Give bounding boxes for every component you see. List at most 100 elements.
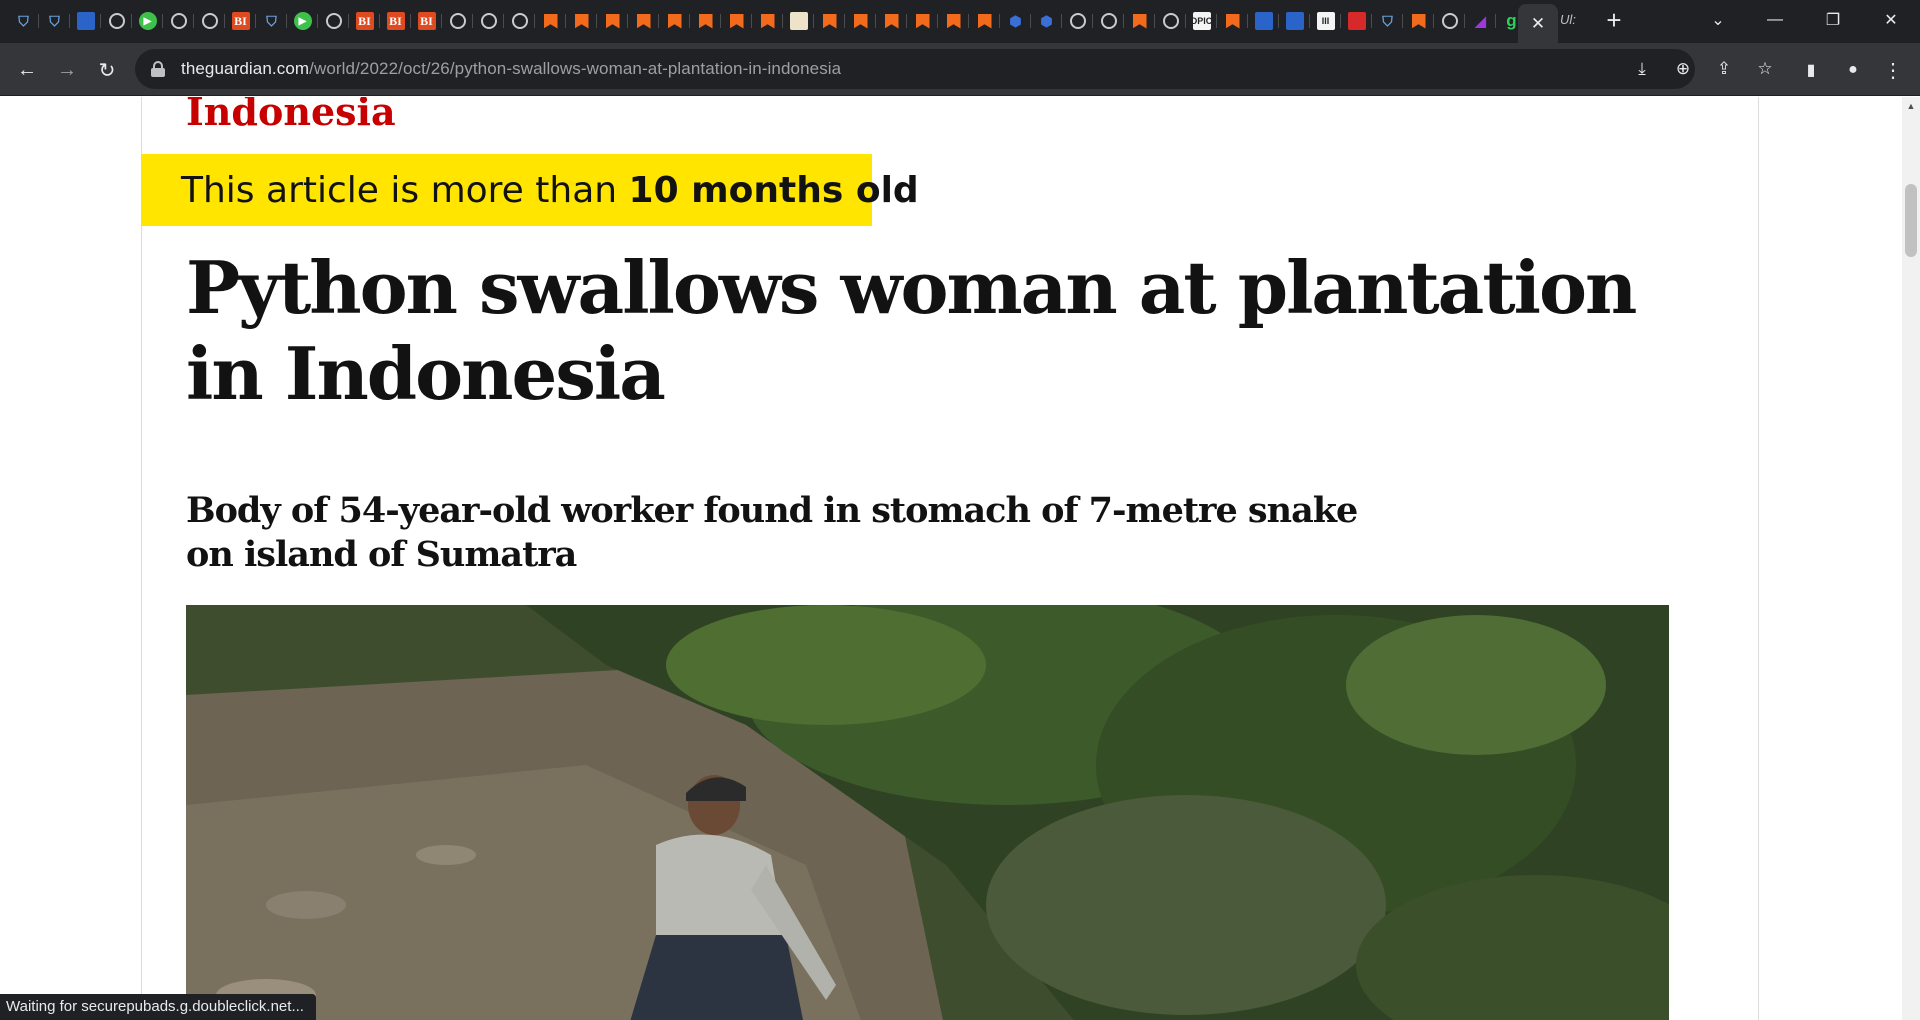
forward-button[interactable]: →: [51, 54, 83, 86]
tab[interactable]: [597, 6, 628, 36]
tab-favicon-doc-icon: [789, 12, 808, 30]
tab[interactable]: [535, 6, 566, 36]
tab[interactable]: ▶: [132, 6, 163, 36]
tab[interactable]: [442, 6, 473, 36]
tab[interactable]: [1217, 6, 1248, 36]
lock-icon[interactable]: [151, 61, 165, 77]
menu-button[interactable]: ⋮: [1877, 54, 1909, 86]
share-icon[interactable]: ⇪: [1712, 57, 1736, 81]
tab[interactable]: ⛉: [8, 6, 39, 36]
age-warning-duration: 10 months old: [628, 169, 919, 211]
tab[interactable]: [70, 6, 101, 36]
tab[interactable]: [1341, 6, 1372, 36]
tab[interactable]: ⛉: [256, 6, 287, 36]
tab[interactable]: ◢: [1465, 6, 1496, 36]
minimize-button[interactable]: —: [1752, 0, 1798, 40]
tab[interactable]: BI: [349, 6, 380, 36]
tab[interactable]: [938, 6, 969, 36]
browser-toolbar: ← → ↻ theguardian.com/world/2022/oct/26/…: [0, 43, 1920, 96]
tab[interactable]: [783, 6, 814, 36]
tab[interactable]: [163, 6, 194, 36]
side-panel-button[interactable]: ▮: [1795, 54, 1827, 86]
tab-favicon-globe-icon: [1162, 13, 1179, 29]
tab-favicon-bookmark-icon: [542, 12, 560, 30]
section-link[interactable]: Indonesia: [186, 97, 396, 134]
tab[interactable]: BI: [380, 6, 411, 36]
tab-list: ⛉ ⛉ ▶ BI ⛉ ▶ BI BI BI ⬢ ⬢ DPIC III ⛉ ◢ g: [8, 6, 1527, 36]
tab-favicon-bookmark-icon: [821, 12, 839, 30]
tab-favicon-bi-icon: BI: [386, 12, 405, 30]
tab-favicon-globe-icon: [108, 13, 125, 29]
scroll-up-arrow[interactable]: ▲: [1902, 97, 1920, 114]
tab[interactable]: ▶: [287, 6, 318, 36]
tab[interactable]: DPIC: [1186, 6, 1217, 36]
address-bar[interactable]: theguardian.com/world/2022/oct/26/python…: [135, 49, 1773, 89]
tab[interactable]: [628, 6, 659, 36]
tab-favicon-bookmark-icon: [976, 12, 994, 30]
tab[interactable]: [473, 6, 504, 36]
install-app-icon[interactable]: ⤓: [1630, 57, 1654, 81]
tab[interactable]: [1279, 6, 1310, 36]
tab[interactable]: [1124, 6, 1155, 36]
tab-favicon-bookmark-icon: [1410, 12, 1428, 30]
tab-favicon-bi-icon: BI: [355, 12, 374, 30]
tab[interactable]: [721, 6, 752, 36]
tab[interactable]: [969, 6, 1000, 36]
back-button[interactable]: ←: [11, 54, 43, 86]
tab[interactable]: [1062, 6, 1093, 36]
page-scrollbar[interactable]: ▲: [1902, 97, 1920, 1020]
close-window-button[interactable]: ✕: [1868, 0, 1914, 40]
tab-favicon-hex-icon: ⬢: [1009, 12, 1022, 29]
page-viewport: Indonesia This article is more than 10 m…: [0, 97, 1902, 1020]
tab-favicon-play-icon: ▶: [293, 12, 312, 30]
tab-favicon-red-icon: [1347, 12, 1366, 30]
hero-image: [186, 605, 1669, 1020]
reload-button[interactable]: ↻: [91, 54, 123, 86]
column-divider: [1758, 97, 1759, 1020]
tab[interactable]: [194, 6, 225, 36]
tab[interactable]: [814, 6, 845, 36]
tab-favicon-globe-icon: [170, 13, 187, 29]
tab[interactable]: [907, 6, 938, 36]
tab[interactable]: ⬢: [1000, 6, 1031, 36]
tab[interactable]: ⛉: [39, 6, 70, 36]
jungle-photo-illustration: [186, 605, 1669, 1020]
tab-search-button[interactable]: ⌄: [1695, 0, 1741, 40]
tab[interactable]: BI: [411, 6, 442, 36]
tab[interactable]: ⛉: [1372, 6, 1403, 36]
url-host: theguardian.com: [181, 59, 310, 78]
url-path: /world/2022/oct/26/python-swallows-woman…: [309, 59, 842, 78]
tab[interactable]: [566, 6, 597, 36]
zoom-icon[interactable]: ⊕: [1671, 57, 1695, 81]
bookmark-star-icon[interactable]: ☆: [1753, 57, 1777, 81]
tab[interactable]: [659, 6, 690, 36]
new-tab-button[interactable]: +: [1600, 7, 1628, 35]
tab[interactable]: BI: [225, 6, 256, 36]
tab-favicon-bookmark-icon: [883, 12, 901, 30]
active-tab[interactable]: ✕: [1518, 4, 1558, 43]
restore-button[interactable]: ❐: [1810, 0, 1856, 40]
scroll-thumb[interactable]: [1905, 184, 1917, 257]
tab-favicon-mono-icon: DPIC: [1191, 12, 1212, 30]
tab[interactable]: [1248, 6, 1279, 36]
profile-icon[interactable]: ●: [1837, 54, 1869, 86]
tab-favicon-bookmark-icon: [604, 12, 622, 30]
tab[interactable]: [1403, 6, 1434, 36]
tab[interactable]: [876, 6, 907, 36]
tab[interactable]: [1155, 6, 1186, 36]
tab[interactable]: [318, 6, 349, 36]
tab-favicon-bi-icon: BI: [231, 12, 250, 30]
tab[interactable]: [1093, 6, 1124, 36]
tab[interactable]: [1434, 6, 1465, 36]
tab[interactable]: [504, 6, 535, 36]
tab[interactable]: III: [1310, 6, 1341, 36]
close-icon[interactable]: ✕: [1531, 14, 1545, 34]
tab[interactable]: [845, 6, 876, 36]
tab[interactable]: ⬢: [1031, 6, 1062, 36]
tab[interactable]: [752, 6, 783, 36]
tab-favicon-blue-icon: [1285, 12, 1304, 30]
tab[interactable]: [101, 6, 132, 36]
url-text[interactable]: theguardian.com/world/2022/oct/26/python…: [181, 59, 841, 79]
tab[interactable]: [690, 6, 721, 36]
tab-favicon-extra[interactable]: Ul:: [1560, 12, 1582, 30]
